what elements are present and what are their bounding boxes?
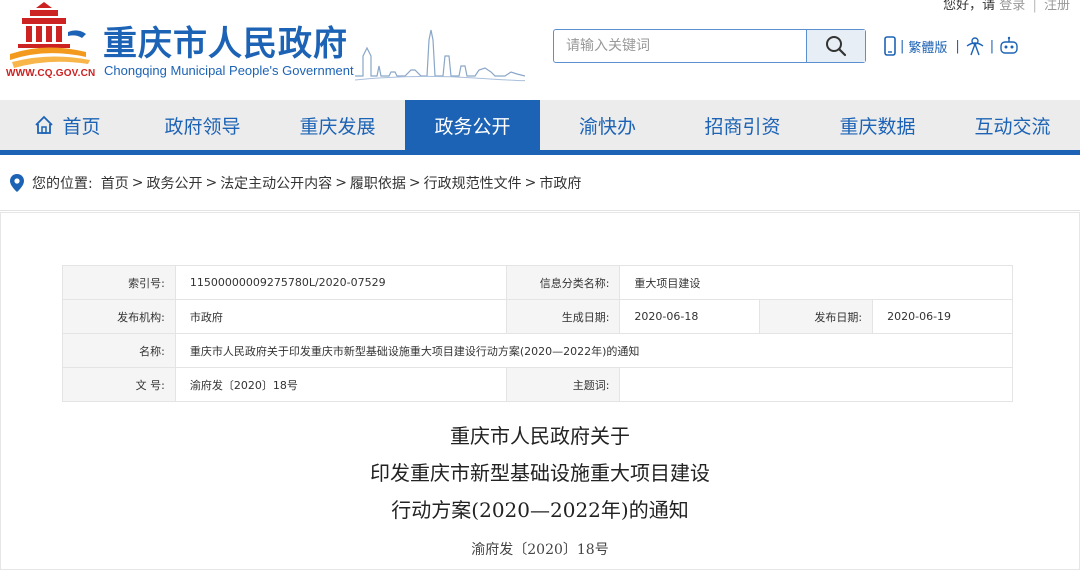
nav-label: 渝快办 <box>578 115 636 138</box>
title-line: 重庆市人民政府关于 <box>450 424 630 448</box>
divider <box>0 210 1080 211</box>
nav-label: 互动交流 <box>974 115 1051 138</box>
issuer-label: 发布机构: <box>62 299 176 334</box>
robot-assistant-icon[interactable] <box>998 36 1020 56</box>
breadcrumb-item-duty-basis[interactable]: 履职依据 <box>350 173 406 193</box>
separator: | <box>1032 0 1037 13</box>
search-button[interactable] <box>806 30 865 62</box>
published-date-label: 发布日期: <box>759 299 874 334</box>
name-label: 名称: <box>62 333 176 368</box>
nav-label: 首页 <box>62 115 101 138</box>
header-tools: | 繁體版 | | <box>884 36 1020 56</box>
breadcrumb-item-home[interactable]: 首页 <box>101 173 129 193</box>
nav-item-government-affairs-open[interactable]: 政务公开 <box>405 100 540 150</box>
subject-words-value <box>619 367 1013 402</box>
nav-label: 政务公开 <box>434 115 511 138</box>
generated-date-label: 生成日期: <box>505 299 621 334</box>
skyline-illustration <box>355 29 525 82</box>
breadcrumb-item-government-affairs[interactable]: 政务公开 <box>146 173 202 193</box>
breadcrumb-item-normative-documents[interactable]: 行政规范性文件 <box>424 173 522 193</box>
search-icon <box>826 36 847 57</box>
subject-words-label: 主题词: <box>505 367 621 402</box>
article-title: 重庆市人民政府关于 印发重庆市新型基础设施重大项目建设 行动方案(2020—20… <box>0 418 1080 529</box>
register-link[interactable]: 注册 <box>1044 0 1070 13</box>
user-links: 您好，请 登录 | 注册 <box>943 0 1070 13</box>
home-icon <box>34 115 54 135</box>
nav-item-home[interactable]: 首页 <box>0 100 135 150</box>
table-row: 发布机构: 市政府 生成日期: 2020-06-18 发布日期: 2020-06… <box>62 299 1013 334</box>
nav-label: 重庆数据 <box>839 115 916 138</box>
name-value: 重庆市人民政府关于印发重庆市新型基础设施重大项目建设行动方案(2020—2022… <box>174 333 1014 368</box>
title-line: 行动方案(2020—2022年)的通知 <box>391 498 689 522</box>
category-value: 重大项目建设 <box>619 265 1013 300</box>
location-pin-icon <box>10 174 24 192</box>
nav-label: 重庆发展 <box>299 115 376 138</box>
mobile-icon[interactable] <box>884 36 896 56</box>
generated-date-value: 2020-06-18 <box>619 299 761 334</box>
government-emblem-icon <box>10 2 90 68</box>
breadcrumb-item-statutory-disclosure[interactable]: 法定主动公开内容 <box>220 173 332 193</box>
breadcrumb-prefix: 您的位置: <box>32 176 93 192</box>
published-date-value: 2020-06-19 <box>872 299 1013 334</box>
nav-label: 政府领导 <box>164 115 241 138</box>
nav-item-yukuaiban[interactable]: 渝快办 <box>540 100 675 150</box>
search-box <box>553 29 866 63</box>
site-url: WWW.CQ.GOV.CN <box>6 68 96 79</box>
nav-item-interaction[interactable]: 互动交流 <box>945 100 1080 150</box>
document-info-table: 索引号: 11500000009275780L/2020-07529 信息分类名… <box>62 265 1014 402</box>
nav-item-government-leaders[interactable]: 政府领导 <box>135 100 270 150</box>
search-input[interactable] <box>554 30 810 62</box>
index-label: 索引号: <box>62 265 176 300</box>
table-row: 索引号: 11500000009275780L/2020-07529 信息分类名… <box>62 265 1013 300</box>
main-nav: 首页 政府领导 重庆发展 政务公开 渝快办 招商引资 重庆数据 互动交流 <box>0 100 1080 155</box>
nav-item-investment[interactable]: 招商引资 <box>675 100 810 150</box>
traditional-chinese-link[interactable]: 繁體版 <box>908 37 947 56</box>
document-number-value: 渝府发〔2020〕18号 <box>174 367 507 402</box>
category-label: 信息分类名称: <box>505 265 621 300</box>
title-line: 印发重庆市新型基础设施重大项目建设 <box>370 461 710 485</box>
article-document-number: 渝府发〔2020〕18号 <box>471 542 609 558</box>
index-value: 11500000009275780L/2020-07529 <box>174 265 507 300</box>
document-number-label: 文 号: <box>62 367 176 402</box>
issuer-value: 市政府 <box>174 299 507 334</box>
nav-item-chongqing-data[interactable]: 重庆数据 <box>810 100 945 150</box>
breadcrumb: 您的位置: 首页 > 政务公开 > 法定主动公开内容 > 履职依据 > 行政规范… <box>0 166 1080 200</box>
site-title[interactable]: 重庆市人民政府 <box>103 16 348 65</box>
greeting-text: 您好，请 <box>943 0 996 13</box>
breadcrumb-item-municipal-government[interactable]: 市政府 <box>539 173 581 193</box>
login-link[interactable]: 登录 <box>999 0 1025 13</box>
accessibility-icon[interactable] <box>964 36 986 56</box>
nav-item-chongqing-development[interactable]: 重庆发展 <box>270 100 405 150</box>
site-subtitle: Chongqing Municipal People's Government <box>104 63 354 78</box>
table-row: 名称: 重庆市人民政府关于印发重庆市新型基础设施重大项目建设行动方案(2020—… <box>62 333 1014 368</box>
table-row: 文 号: 渝府发〔2020〕18号 主题词: <box>62 367 1013 402</box>
nav-label: 招商引资 <box>704 115 781 138</box>
